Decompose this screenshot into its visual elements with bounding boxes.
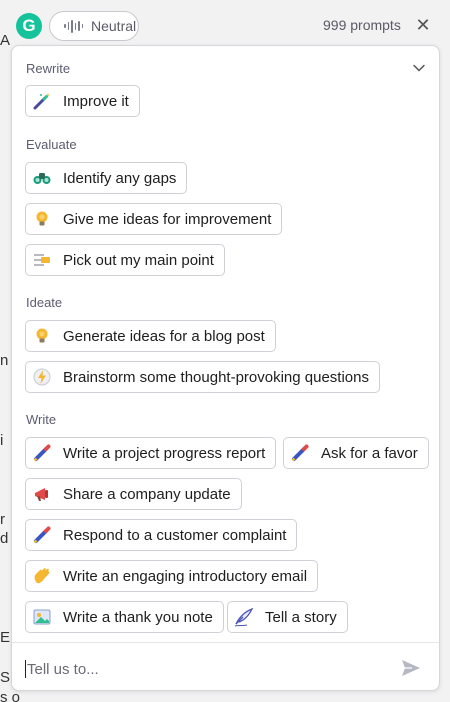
section-title-evaluate: Evaluate [26,137,77,152]
prompt-chip-progress-report[interactable]: Write a project progress report [25,437,277,469]
background-text: d [0,530,9,547]
card-icon [31,606,53,628]
prompt-chip-identify-gaps[interactable]: Identify any gaps [25,162,188,194]
chip-label: Give me ideas for improvement [63,210,272,228]
section-title-ideate: Ideate [26,295,63,310]
prompt-input-placeholder: Tell us to... [27,660,99,678]
quill-icon [233,606,255,628]
prompt-chip-company-update[interactable]: Share a company update [25,478,242,510]
background-text: S [0,669,11,686]
chip-label: Improve it [63,92,129,110]
magic-wand-icon [31,90,53,112]
prompt-chip-improve-it[interactable]: Improve it [25,85,140,117]
section-title-write: Write [26,412,57,427]
background-text: n [0,352,9,369]
highlight-text-icon [31,249,53,271]
composer-divider [12,642,439,643]
pen-icon [31,524,53,546]
lightning-bolt-icon [31,366,53,388]
prompt-chip-blog-ideas[interactable]: Generate ideas for a blog post [25,320,276,352]
chip-label: Ask for a favor [321,444,418,462]
background-text: s o [0,689,21,702]
binoculars-icon [31,167,53,189]
tone-selector-button[interactable]: Neutral [49,11,139,41]
text-caret [25,660,26,678]
chip-label: Generate ideas for a blog post [63,327,265,345]
prompt-chip-ideas-improvement[interactable]: Give me ideas for improvement [25,203,283,235]
pen-icon [31,442,53,464]
chip-label: Share a company update [63,485,231,503]
chip-label: Write a thank you note [63,608,213,626]
waving-hand-icon [31,565,53,587]
send-icon[interactable] [400,657,422,679]
section-title-rewrite: Rewrite [26,61,71,76]
prompt-chip-customer-complaint[interactable]: Respond to a customer complaint [25,519,298,551]
chip-label: Respond to a customer complaint [63,526,287,544]
prompt-chip-brainstorm-questions[interactable]: Brainstorm some thought-provoking questi… [25,361,380,393]
chip-label: Write a project progress report [63,444,266,462]
voice-wave-icon [64,19,83,33]
prompt-chip-tell-story[interactable]: Tell a story [227,601,348,633]
prompt-chip-ask-favor[interactable]: Ask for a favor [283,437,429,469]
chip-label: Tell a story [265,608,337,626]
chip-label: Write an engaging introductory email [63,567,308,585]
prompt-chip-introductory-email[interactable]: Write an engaging introductory email [25,560,319,592]
background-text: r [0,511,5,528]
assistant-header: G Neutral 999 prompts ✕ [0,0,450,50]
prompt-count: 999 prompts [323,17,401,33]
close-icon[interactable]: ✕ [414,16,432,34]
background-text: E [0,629,11,646]
tone-label: Neutral [91,18,137,34]
grammarly-logo: G [16,13,42,39]
prompt-chip-thank-you-note[interactable]: Write a thank you note [25,601,224,633]
lightbulb-icon [31,208,53,230]
megaphone-icon [31,483,53,505]
pen-icon [289,442,311,464]
chip-label: Identify any gaps [63,169,177,187]
lightbulb-icon [31,325,53,347]
chip-label: Brainstorm some thought-provoking questi… [63,368,369,386]
prompt-panel: Rewrite Improve it Evaluate Identify any… [11,45,440,691]
background-text: i [0,432,4,449]
prompt-chip-main-point[interactable]: Pick out my main point [25,244,225,276]
chevron-down-icon[interactable] [412,61,426,75]
prompt-input[interactable]: Tell us to... [25,658,385,680]
chip-label: Pick out my main point [63,251,214,269]
